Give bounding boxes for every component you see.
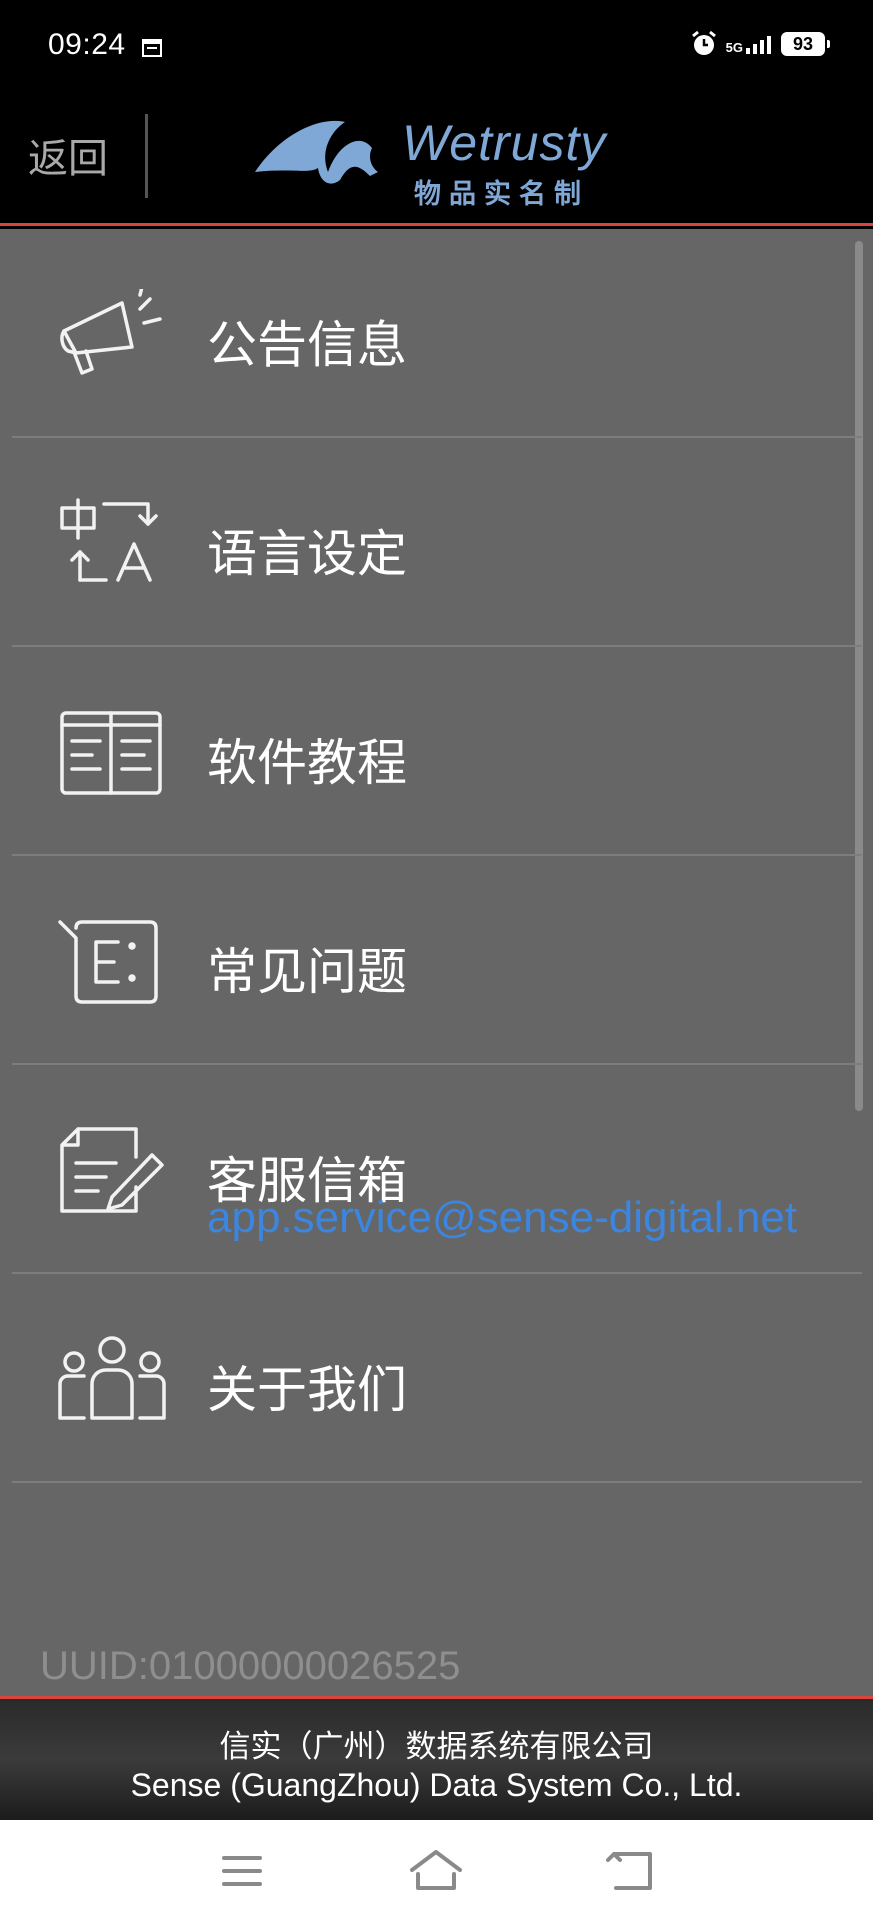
menu-item-support-email[interactable]: 客服信箱 app.service@sense-digital.net bbox=[12, 1065, 862, 1274]
menu-item-label: 关于我们 bbox=[207, 1361, 407, 1419]
logo-text: Wetrusty bbox=[402, 115, 607, 171]
network-type: 5G bbox=[725, 40, 743, 55]
megaphone-icon bbox=[60, 289, 162, 375]
menu-item-label: 语言设定 bbox=[207, 525, 407, 583]
back-nav-icon[interactable] bbox=[600, 1846, 660, 1896]
menu-panel: 公告信息 语言设定 软件教程 常见问题 客服信箱 app.service@sen… bbox=[0, 229, 873, 1696]
menu-item-label: 软件教程 bbox=[207, 734, 407, 792]
group-icon bbox=[58, 1336, 166, 1420]
menu-item-faq[interactable]: 常见问题 bbox=[12, 856, 862, 1065]
status-time: 09:24 bbox=[48, 28, 126, 61]
logo-subtitle: 物品实名制 bbox=[414, 179, 589, 210]
home-icon[interactable] bbox=[406, 1846, 466, 1896]
system-nav-bar bbox=[0, 1820, 873, 1920]
device-uuid: UUID:01000000026525 bbox=[40, 1644, 461, 1688]
signal-indicator: 5G bbox=[726, 34, 773, 54]
logo-mark-icon bbox=[255, 120, 378, 184]
menu-item-about[interactable]: 关于我们 bbox=[12, 1274, 862, 1483]
menu-item-label: 常见问题 bbox=[207, 943, 407, 1001]
wetrusty-logo: Wetrusty 物品实名制 bbox=[250, 104, 630, 214]
battery-icon: 93 bbox=[781, 32, 830, 56]
menu-icon[interactable] bbox=[212, 1846, 272, 1896]
menu-item-language[interactable]: 语言设定 bbox=[12, 438, 862, 647]
company-name-en: Sense (GuangZhou) Data System Co., Ltd. bbox=[130, 1767, 743, 1803]
support-email-link[interactable]: app.service@sense-digital.net bbox=[207, 1193, 797, 1243]
calendar-icon bbox=[142, 39, 162, 57]
menu-item-label: 公告信息 bbox=[207, 316, 407, 374]
company-name-cn: 信实（广州）数据系统有限公司 bbox=[219, 1729, 654, 1765]
faq-icon bbox=[58, 920, 158, 1004]
status-indicators: 5G 93 bbox=[690, 30, 830, 58]
menu-item-announcements[interactable]: 公告信息 bbox=[12, 229, 862, 438]
book-icon bbox=[60, 711, 162, 795]
alarm-icon bbox=[691, 30, 716, 55]
edit-document-icon bbox=[60, 1127, 164, 1213]
status-bar: 09:24 5G 93 bbox=[0, 0, 873, 96]
menu-item-tutorial[interactable]: 软件教程 bbox=[12, 647, 862, 856]
back-button[interactable]: 返回 bbox=[28, 126, 108, 184]
company-footer: 信实（广州）数据系统有限公司 Sense (GuangZhou) Data Sy… bbox=[0, 1696, 873, 1820]
language-switch-icon bbox=[60, 498, 158, 582]
header-divider bbox=[145, 114, 148, 198]
signal-icon bbox=[746, 36, 771, 54]
app-header: 返回 Wetrusty 物品实名制 bbox=[0, 96, 873, 226]
